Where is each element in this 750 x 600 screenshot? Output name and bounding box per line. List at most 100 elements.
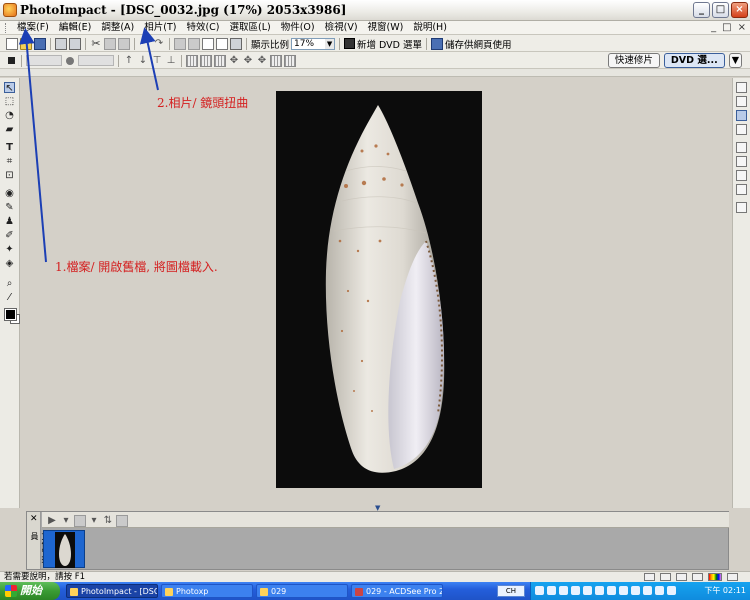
task-photoimpact[interactable]: PhotoImpact - [DSC_0... — [66, 584, 158, 598]
chevron-down-icon[interactable]: ▼ — [728, 53, 742, 68]
eraser-tool-icon[interactable]: ▰ — [4, 124, 15, 135]
menu-edit[interactable]: 編輯(E) — [54, 22, 96, 34]
paste-icon[interactable] — [118, 37, 130, 50]
text-tool-icon[interactable]: T — [4, 142, 15, 153]
task-photoxp[interactable]: Photoxp — [161, 584, 253, 598]
panel-icon-9[interactable] — [736, 202, 747, 213]
pick-tool-icon[interactable]: ↖ — [4, 82, 15, 94]
quick-command-icon[interactable] — [736, 124, 747, 135]
print-preview-icon[interactable] — [69, 37, 81, 50]
tray-icon-6[interactable] — [595, 586, 604, 595]
frame-icon[interactable] — [202, 37, 214, 50]
close-button[interactable]: × — [731, 2, 748, 18]
mode-select-disabled[interactable] — [26, 55, 62, 66]
stamp-tool-icon[interactable]: ♟ — [4, 216, 15, 227]
menu-grip-handle[interactable] — [5, 23, 8, 33]
tray-icon-5[interactable] — [583, 586, 592, 595]
selection-tool-icon[interactable]: ⬚ — [4, 96, 15, 107]
status-grid-icon[interactable] — [660, 573, 671, 581]
image-canvas[interactable] — [276, 91, 482, 488]
shadow-icon[interactable] — [216, 37, 228, 50]
panel-icon-6[interactable] — [736, 156, 747, 167]
tray-icon-4[interactable] — [571, 586, 580, 595]
tray-icon-2[interactable] — [547, 586, 556, 595]
tray-icon-3[interactable] — [559, 586, 568, 595]
menu-file[interactable]: 檔案(F) — [12, 22, 54, 34]
title-bar[interactable]: PhotoImpact - [DSC_0032.jpg (17%) 2053x3… — [0, 0, 750, 21]
maximize-button[interactable]: □ — [712, 2, 729, 18]
align-top-icon[interactable]: ⊤ — [151, 55, 163, 67]
redo-icon[interactable]: ↷ — [153, 38, 165, 50]
sort-icon[interactable]: ⇅ — [102, 515, 114, 527]
cut-icon[interactable]: ✂ — [90, 37, 102, 50]
align-bottom-icon[interactable]: ⊥ — [165, 55, 177, 67]
panel-icon-8[interactable] — [736, 184, 747, 195]
ungroup-icon[interactable] — [284, 54, 296, 67]
minimize-button[interactable]: _ — [693, 2, 710, 18]
menu-view[interactable]: 檢視(V) — [320, 22, 363, 34]
menu-help[interactable]: 說明(H) — [408, 22, 452, 34]
task-acdsee[interactable]: 029 - ACDSee Pro 2.5 — [351, 584, 443, 598]
menu-window[interactable]: 視窗(W) — [363, 22, 409, 34]
layer-manager-icon[interactable] — [736, 82, 747, 93]
panel-icon-7[interactable] — [736, 170, 747, 181]
doc-minimize-button[interactable]: _ — [711, 21, 716, 35]
view-tool-icon[interactable]: ◉ — [4, 188, 15, 199]
group-icon[interactable] — [270, 54, 282, 67]
eyedropper-tool-icon[interactable]: ⁄ — [4, 292, 15, 303]
print-icon[interactable] — [55, 37, 67, 50]
language-bar[interactable]: CH — [497, 585, 525, 597]
status-view-icon[interactable] — [644, 573, 655, 581]
menu-adjust[interactable]: 調整(A) — [96, 22, 139, 34]
tray-icon-7[interactable] — [607, 586, 616, 595]
panel-collapse-arrow-icon[interactable]: ▼ — [375, 505, 381, 512]
status-layout-icon[interactable] — [676, 573, 687, 581]
new-file-icon[interactable] — [6, 37, 18, 50]
menu-photo[interactable]: 相片(T) — [139, 22, 181, 34]
refresh-icon[interactable] — [116, 514, 128, 527]
volume-icon[interactable] — [667, 586, 676, 595]
crop-icon[interactable] — [174, 37, 186, 50]
doc-restore-button[interactable]: □ — [722, 21, 731, 35]
thumbnail-dsc-0032[interactable] — [43, 530, 85, 568]
move-right-icon[interactable]: ✥ — [256, 55, 268, 67]
task-folder-029[interactable]: 029 — [256, 584, 348, 598]
tray-icon-10[interactable] — [643, 586, 652, 595]
panel-icon-5[interactable] — [736, 142, 747, 153]
tray-icon-1[interactable] — [535, 586, 544, 595]
transform-tool-icon[interactable]: ⊡ — [4, 170, 15, 181]
start-button[interactable]: 開始 — [0, 582, 60, 600]
align-grid-icon[interactable] — [200, 54, 212, 67]
doc-close-button[interactable]: × — [738, 21, 746, 35]
dvd-select-tab[interactable]: DVD 選... — [663, 53, 725, 68]
save-for-web-button[interactable]: 儲存供網頁使用 — [445, 37, 512, 51]
grid-icon[interactable] — [186, 54, 198, 67]
zoom-tool-icon[interactable]: ⌕ — [4, 278, 15, 289]
new-dvd-menu-button[interactable]: 新增 DVD 選單 — [357, 37, 422, 51]
size-select-disabled[interactable] — [78, 55, 114, 66]
preset-icon[interactable] — [8, 57, 15, 64]
tray-icon-8[interactable] — [619, 586, 628, 595]
crop-tool-icon[interactable]: ⌗ — [4, 156, 15, 167]
document-manager-icon[interactable] — [736, 110, 747, 121]
undo-icon[interactable]: ↶ — [139, 38, 151, 50]
photoimpact-app-icon[interactable] — [3, 3, 17, 17]
chevron-down-icon[interactable]: ▾ — [60, 515, 72, 527]
lasso-tool-icon[interactable]: ◔ — [4, 110, 15, 121]
chevron-down-icon[interactable]: ▾ — [88, 515, 100, 527]
zoom-select[interactable]: 17% ▼ — [291, 37, 336, 50]
color-palette-icon[interactable] — [708, 573, 722, 581]
menu-selection[interactable]: 選取區(L) — [225, 22, 276, 34]
distribute-icon[interactable] — [214, 54, 226, 67]
foreground-color-swatch[interactable] — [4, 308, 17, 321]
status-info-icon[interactable] — [727, 573, 738, 581]
arrow-down-icon[interactable]: ↓ — [137, 55, 149, 67]
arrow-up-icon[interactable]: ↑ — [123, 55, 135, 67]
menu-object[interactable]: 物件(O) — [276, 22, 320, 34]
preview-icon[interactable] — [230, 37, 242, 50]
tray-icon-9[interactable] — [631, 586, 640, 595]
quick-fix-tab[interactable]: 快速修片 — [607, 53, 660, 68]
close-icon[interactable]: ✕ — [30, 514, 38, 524]
move-left-icon[interactable]: ✥ — [242, 55, 254, 67]
retouch-tool-icon[interactable]: ✐ — [4, 230, 15, 241]
